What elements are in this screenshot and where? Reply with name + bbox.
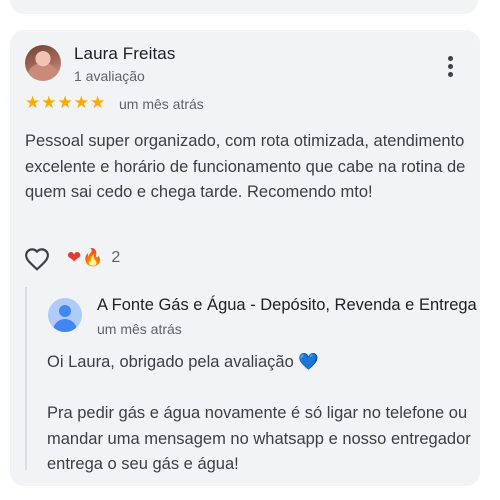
review-text: Pessoal super organizado, com rota otimi… bbox=[25, 132, 466, 201]
star-icon: ★ bbox=[73, 93, 89, 112]
previous-review-card bbox=[10, 0, 478, 14]
star-icon: ★ bbox=[25, 93, 41, 112]
reply-date: um mês atrás bbox=[97, 321, 182, 337]
owner-name[interactable]: A Fonte Gás e Água - Depósito, Revenda e… bbox=[97, 296, 480, 315]
star-icon: ★ bbox=[90, 93, 106, 112]
reply-greeting: Oi Laura, obrigado pela avaliação bbox=[47, 353, 299, 371]
blue-heart-emoji: 💙 bbox=[298, 352, 319, 371]
review-date: um mês atrás bbox=[119, 96, 204, 112]
reactions-summary[interactable]: ❤ 🔥 2 bbox=[67, 246, 120, 270]
reviewer-avatar[interactable] bbox=[25, 45, 61, 81]
reply-body: Pra pedir gás e água novamente é só liga… bbox=[47, 404, 471, 473]
owner-reply: A Fonte Gás e Água - Depósito, Revenda e… bbox=[25, 287, 480, 473]
heart-outline-icon[interactable] bbox=[24, 247, 50, 271]
star-rating: ★ ★ ★ ★ ★ bbox=[25, 94, 105, 112]
reviewer-name[interactable]: Laura Freitas bbox=[74, 44, 175, 64]
red-heart-emoji: ❤ bbox=[67, 248, 82, 268]
star-icon: ★ bbox=[41, 93, 57, 112]
star-icon: ★ bbox=[57, 93, 73, 112]
default-profile-icon[interactable] bbox=[48, 298, 82, 332]
reaction-count: 2 bbox=[111, 249, 121, 266]
more-options-icon[interactable] bbox=[438, 54, 462, 78]
reply-text: Oi Laura, obrigado pela avaliação 💙 Pra … bbox=[47, 349, 477, 478]
fire-emoji: 🔥 bbox=[82, 248, 104, 268]
reviewer-review-count: 1 avaliação bbox=[74, 68, 145, 84]
review-card: Laura Freitas 1 avaliação ★ ★ ★ ★ ★ um m… bbox=[10, 30, 480, 486]
